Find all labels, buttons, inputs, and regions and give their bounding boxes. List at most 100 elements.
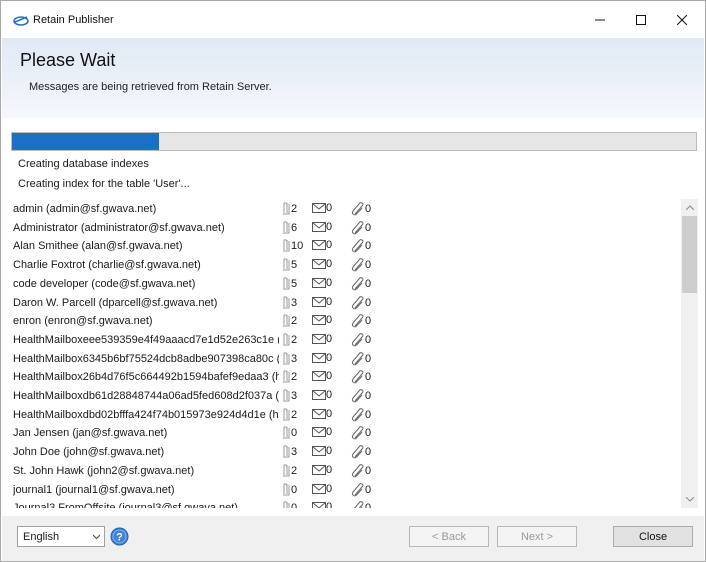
- list-item[interactable]: HealthMailboxeee539359e4f49aaacd7e1d52e2…: [11, 331, 679, 350]
- paperclip-icon: [354, 501, 364, 508]
- user-name: John Doe (john@sf.gwava.net): [13, 446, 165, 459]
- list-item[interactable]: Administrator (administrator@sf.gwava.ne…: [11, 219, 679, 238]
- scroll-up-button[interactable]: [681, 199, 698, 216]
- envelope-icon: [312, 502, 326, 508]
- bin-count-value: 2: [291, 203, 298, 215]
- close-window-button[interactable]: [659, 1, 705, 38]
- message-count-value: 0: [326, 389, 333, 402]
- envelope-icon: [312, 277, 326, 288]
- list-item[interactable]: code developer (code@sf.gwava.net) 5 0 0: [11, 275, 679, 294]
- paperclip-icon: [351, 295, 364, 309]
- message-count-value: 0: [326, 314, 333, 327]
- maximize-icon: [636, 14, 646, 25]
- message-count: 0: [312, 445, 352, 457]
- list-item[interactable]: journal1 (journal1@sf.gwava.net) 0 0 0: [11, 481, 679, 500]
- bin-count-value: 0: [291, 427, 298, 440]
- list-item[interactable]: St. John Hawk (john2@sf.gwava.net) 2 0 0: [11, 462, 679, 481]
- close-button[interactable]: Close: [613, 526, 693, 547]
- message-count-value: 0: [326, 258, 333, 271]
- language-select[interactable]: English: [17, 526, 105, 547]
- bin-count: 2: [281, 202, 311, 216]
- message-count: 0: [312, 408, 352, 420]
- recycle-bin-icon: [283, 295, 290, 308]
- paperclip-icon: [351, 407, 364, 422]
- list-item[interactable]: enron (enron@sf.gwava.net) 2 0 0: [11, 312, 679, 331]
- bin-count: 3: [281, 445, 311, 459]
- paperclip-icon: [351, 314, 364, 328]
- user-name: Administrator (administrator@sf.gwava.ne…: [13, 221, 225, 234]
- scroll-thumb[interactable]: [682, 216, 697, 293]
- message-count: 0: [312, 370, 352, 382]
- minimize-button[interactable]: [577, 1, 623, 38]
- message-count-value: 0: [326, 332, 333, 345]
- message-count-value: 0: [326, 295, 333, 308]
- attachment-count: 0: [351, 220, 391, 235]
- user-name: HealthMailbox6345b6bf75524dcb8adbe907398…: [13, 352, 279, 365]
- attachment-count: 0: [351, 276, 391, 291]
- list-item[interactable]: HealthMailbox26b4d76f5c664492b1594bafef9…: [11, 368, 679, 387]
- paperclip-icon: [351, 351, 364, 365]
- message-count: 0: [312, 389, 352, 401]
- message-count: 0: [312, 464, 352, 476]
- user-name: enron (enron@sf.gwava.net): [13, 315, 153, 328]
- attachment-count: 0: [351, 295, 391, 310]
- recycle-bin-icon: [283, 258, 290, 271]
- bin-count-value: 3: [291, 296, 298, 309]
- attachment-count: 0: [351, 482, 391, 497]
- user-name: admin (admin@sf.gwava.net): [13, 203, 157, 215]
- bin-count: 2: [281, 464, 311, 478]
- list-item[interactable]: admin (admin@sf.gwava.net) 2 0 0: [11, 200, 679, 219]
- bin-count-value: 0: [291, 502, 297, 508]
- vertical-scrollbar[interactable]: [681, 199, 698, 508]
- user-name: HealthMailboxdb61d28848744a06ad5fed608d2…: [13, 390, 279, 402]
- back-button[interactable]: < Back: [409, 526, 489, 547]
- user-name: Charlie Foxtrot (charlie@sf.gwava.net): [13, 259, 201, 272]
- attachment-count-value: 0: [365, 390, 372, 402]
- recycle-bin-icon: [283, 239, 290, 252]
- attachment-count-value: 0: [365, 427, 372, 440]
- envelope-icon: [312, 315, 326, 326]
- message-count: 0: [312, 202, 352, 214]
- envelope-icon: [312, 408, 326, 419]
- list-item[interactable]: HealthMailbox6345b6bf75524dcb8adbe907398…: [11, 350, 679, 369]
- attachment-count-value: 0: [365, 296, 372, 309]
- paperclip-icon: [351, 463, 364, 478]
- close-icon: [677, 14, 687, 25]
- list-item[interactable]: Alan Smithee (alan@sf.gwava.net) 10 0 0: [11, 237, 679, 256]
- bin-count-value: 3: [291, 390, 298, 402]
- list-item[interactable]: Jan Jensen (jan@sf.gwava.net) 0 0 0: [11, 424, 679, 443]
- user-list[interactable]: admin (admin@sf.gwava.net) 2 0 0 Administrat…: [11, 199, 698, 508]
- envelope-icon: [312, 464, 326, 475]
- bin-count-value: 6: [291, 221, 298, 234]
- message-count: 0: [312, 352, 352, 364]
- list-item[interactable]: HealthMailboxdbd02bfffa424f74b015973e924…: [11, 406, 679, 425]
- bin-count: 3: [281, 295, 311, 310]
- bin-count: 2: [281, 333, 311, 347]
- scroll-down-button[interactable]: [681, 491, 698, 508]
- maximize-button[interactable]: [618, 1, 664, 38]
- bin-count: 0: [281, 482, 311, 497]
- envelope-icon: [312, 203, 326, 214]
- list-item[interactable]: Journal3 FromOffsite (journal3@sf.gwava.…: [11, 499, 679, 508]
- list-item[interactable]: HealthMailboxdb61d28848744a06ad5fed608d2…: [11, 387, 679, 406]
- paperclip-icon: [351, 370, 364, 384]
- attachment-count-value: 0: [365, 483, 372, 496]
- recycle-bin-icon: [283, 202, 290, 215]
- recycle-bin-icon: [283, 501, 290, 508]
- help-icon[interactable]: ?: [110, 527, 129, 546]
- recycle-bin-icon: [283, 333, 290, 346]
- bin-count-value: 5: [291, 259, 298, 272]
- bin-count-value: 3: [291, 352, 298, 365]
- bin-count: 3: [281, 351, 311, 366]
- list-item[interactable]: Charlie Foxtrot (charlie@sf.gwava.net) 5 0…: [11, 256, 679, 275]
- bin-count-value: 3: [291, 446, 298, 459]
- paperclip-icon: [351, 276, 364, 291]
- recycle-bin-icon: [283, 408, 290, 421]
- next-button[interactable]: Next >: [497, 526, 577, 547]
- retain-publisher-window: Retain Publisher Please Wait Messages ar…: [0, 0, 706, 562]
- list-item[interactable]: John Doe (john@sf.gwava.net) 3 0 0: [11, 443, 679, 462]
- language-value: English: [23, 531, 60, 543]
- message-count: 0: [312, 333, 352, 345]
- attachment-count-value: 0: [365, 203, 372, 215]
- list-item[interactable]: Daron W. Parcell (dparcell@sf.gwava.net)…: [11, 294, 679, 313]
